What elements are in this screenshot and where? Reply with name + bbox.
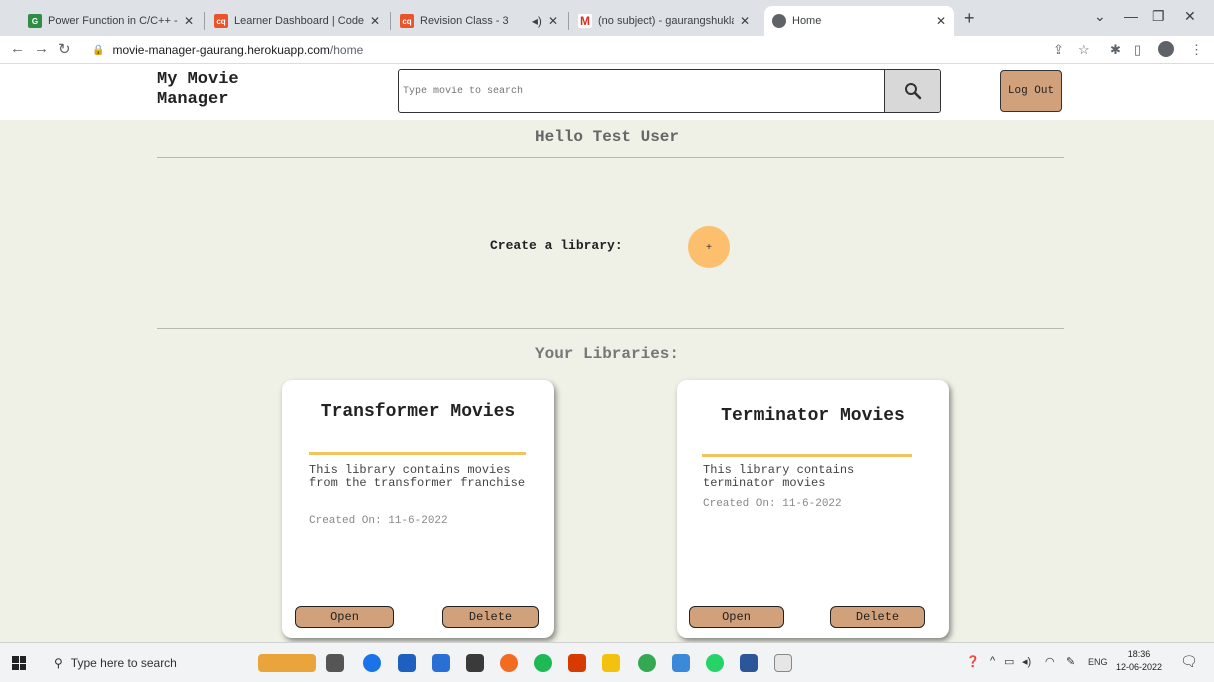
- codequotient-icon: cq: [400, 14, 414, 28]
- task-view-icon[interactable]: [326, 654, 344, 672]
- codequotient-icon: cq: [214, 14, 228, 28]
- movie-search-bar: [398, 69, 941, 113]
- site-header: My Movie Manager Log Out: [0, 64, 1214, 120]
- windows-taskbar: ⚲ Type here to search ❓ ^ ▭ ◂) ◠ ✎ ENG 1…: [0, 642, 1214, 682]
- close-window-button[interactable]: ✕: [1184, 8, 1196, 25]
- extensions-icon[interactable]: ✱: [1110, 42, 1121, 58]
- divider: [157, 157, 1064, 158]
- system-clock[interactable]: 18:36 12-06-2022: [1116, 648, 1162, 674]
- url-field[interactable]: 🔒 movie-manager-gaurang.herokuapp.com/ho…: [92, 39, 1092, 61]
- browser-tab[interactable]: G Power Function in C/C++ - Geeks ✕: [20, 6, 202, 36]
- chevron-up-icon[interactable]: ^: [990, 655, 995, 667]
- back-icon[interactable]: ←: [10, 40, 25, 57]
- delete-library-button[interactable]: Delete: [442, 606, 539, 628]
- speaker-icon[interactable]: ◂): [532, 14, 542, 28]
- address-bar: ← → ↻ 🔒 movie-manager-gaurang.herokuapp.…: [0, 36, 1214, 64]
- taskbar-search[interactable]: ⚲ Type here to search: [40, 643, 250, 682]
- whatsapp-icon[interactable]: [706, 654, 724, 672]
- snipping-tool-icon[interactable]: [774, 654, 792, 672]
- word-icon[interactable]: [740, 654, 758, 672]
- share-icon[interactable]: ⇪: [1053, 42, 1064, 58]
- sticky-notes-icon[interactable]: [466, 654, 484, 672]
- library-created-date: Created On: 11-6-2022: [703, 498, 842, 510]
- file-explorer-icon[interactable]: [602, 654, 620, 672]
- library-description: This library contains terminator movies: [703, 463, 855, 490]
- greeting-heading: Hello Test User: [534, 128, 680, 146]
- open-library-button[interactable]: Open: [295, 606, 394, 628]
- minimize-button[interactable]: —: [1124, 8, 1138, 24]
- site-brand[interactable]: My Movie Manager: [157, 70, 297, 110]
- forward-icon[interactable]: →: [34, 40, 49, 57]
- browser-tab[interactable]: M (no subject) - gaurangshukla99@ ✕: [570, 6, 758, 36]
- windows-start-icon[interactable]: [12, 656, 26, 670]
- tab-search-icon[interactable]: ⌄: [1094, 8, 1106, 25]
- logout-button[interactable]: Log Out: [1000, 70, 1062, 112]
- delete-library-button[interactable]: Delete: [830, 606, 925, 628]
- edge-icon[interactable]: [363, 654, 381, 672]
- firefox-icon[interactable]: [500, 654, 518, 672]
- vscode-icon[interactable]: [672, 654, 690, 672]
- create-library-label: Create a library:: [490, 238, 623, 253]
- browser-tab-active[interactable]: Home ✕: [764, 6, 954, 36]
- mail-icon[interactable]: [432, 654, 450, 672]
- globe-icon: [772, 14, 786, 28]
- menu-kebab-icon[interactable]: ⋮: [1190, 42, 1203, 58]
- spotify-icon[interactable]: [534, 654, 552, 672]
- news-widget-icon[interactable]: [258, 654, 316, 672]
- divider: [157, 328, 1064, 329]
- profile-avatar[interactable]: [1158, 41, 1174, 57]
- close-icon[interactable]: ✕: [936, 14, 946, 28]
- bookmark-star-icon[interactable]: ☆: [1078, 42, 1090, 58]
- browser-tab-bar: G Power Function in C/C++ - Geeks ✕ cq L…: [0, 0, 1214, 36]
- close-icon[interactable]: ✕: [370, 14, 380, 28]
- search-icon: [904, 83, 921, 100]
- pen-icon[interactable]: ✎: [1066, 655, 1075, 668]
- side-panel-icon[interactable]: ▯: [1134, 42, 1141, 58]
- library-created-date: Created On: 11-6-2022: [309, 515, 448, 527]
- library-description: This library contains movies from the tr…: [309, 463, 526, 490]
- notifications-icon[interactable]: 🗨: [1180, 653, 1198, 670]
- gmail-icon: M: [578, 14, 592, 28]
- library-title: Transformer Movies: [320, 402, 516, 422]
- volume-icon[interactable]: ◂): [1022, 655, 1031, 668]
- close-icon[interactable]: ✕: [548, 14, 558, 28]
- open-library-button[interactable]: Open: [689, 606, 784, 628]
- chrome-icon[interactable]: [638, 654, 656, 672]
- close-icon[interactable]: ✕: [740, 14, 750, 28]
- reload-icon[interactable]: ↻: [58, 40, 71, 58]
- wifi-icon[interactable]: ◠: [1045, 655, 1055, 668]
- browser-tab[interactable]: cq Learner Dashboard | CodeQuotie ✕: [206, 6, 388, 36]
- main-content: Hello Test User Create a library: + Your…: [0, 120, 1214, 642]
- office-icon[interactable]: [568, 654, 586, 672]
- battery-icon[interactable]: ▭: [1004, 655, 1014, 668]
- store-icon[interactable]: [398, 654, 416, 672]
- search-icon: ⚲: [54, 656, 63, 670]
- search-button[interactable]: [884, 70, 940, 112]
- libraries-heading: Your Libraries:: [534, 345, 680, 363]
- movie-search-input[interactable]: [399, 70, 884, 112]
- create-library-button[interactable]: +: [688, 226, 730, 268]
- gfg-icon: G: [28, 14, 42, 28]
- language-indicator[interactable]: ENG: [1088, 657, 1108, 667]
- new-tab-button[interactable]: +: [964, 8, 975, 29]
- help-icon[interactable]: ❓: [966, 655, 980, 668]
- lock-icon: 🔒: [92, 44, 105, 56]
- library-card: Terminator Movies This library contains …: [677, 380, 949, 638]
- card-divider: [702, 454, 912, 457]
- card-divider: [309, 452, 526, 455]
- library-title: Terminator Movies: [721, 406, 905, 426]
- close-icon[interactable]: ✕: [184, 14, 194, 28]
- library-card: Transformer Movies This library contains…: [282, 380, 554, 638]
- browser-tab[interactable]: cq Revision Class - 3 ◂) ✕: [392, 6, 566, 36]
- maximize-button[interactable]: ❐: [1152, 8, 1165, 25]
